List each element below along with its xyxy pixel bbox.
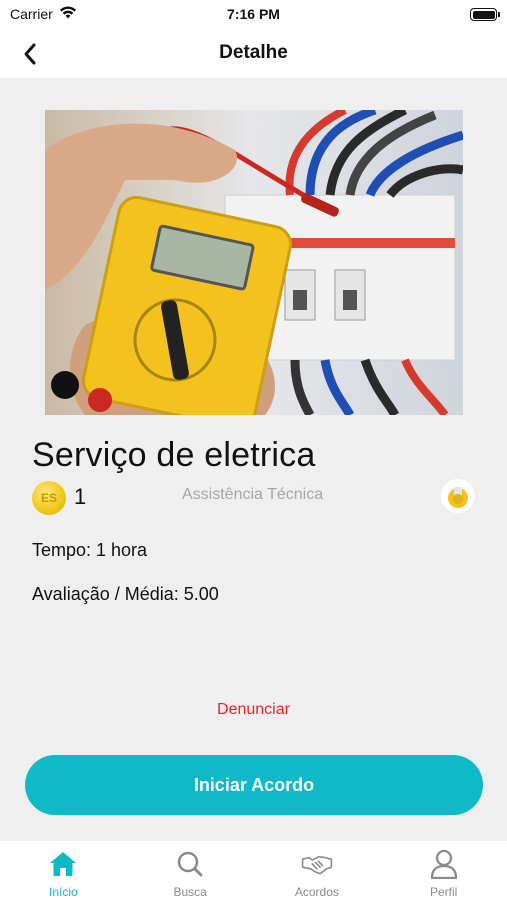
duration-text: Tempo: 1 hora <box>32 540 148 560</box>
navigation-bar: Detalhe <box>0 30 507 78</box>
tab-inicio[interactable]: Início <box>0 841 127 900</box>
clock: 7:16 PM <box>227 6 280 22</box>
service-image <box>45 110 463 415</box>
category-label: Assistência Técnica <box>182 486 324 503</box>
battery-icon <box>470 8 500 21</box>
handshake-icon <box>301 848 333 880</box>
coin-icon: ES <box>32 481 66 515</box>
page-title: Detalhe <box>219 42 288 63</box>
tab-perfil[interactable]: Perfil <box>380 841 507 900</box>
home-icon <box>47 848 79 880</box>
coin-label: ES <box>40 491 57 505</box>
status-bar: Carrier 7:16 PM <box>0 0 507 30</box>
tab-label: Perfil <box>429 885 458 899</box>
rating-text: Avaliação / Média: 5.00 <box>32 584 219 604</box>
service-title: Serviço de eletrica <box>32 436 316 474</box>
start-agreement-button[interactable]: Iniciar Acordo <box>25 755 483 815</box>
user-icon <box>428 848 460 880</box>
search-icon <box>174 848 206 880</box>
tab-label: Busca <box>173 885 207 899</box>
report-link[interactable]: Denunciar <box>0 701 507 719</box>
tab-busca[interactable]: Busca <box>127 841 254 900</box>
tab-acordos[interactable]: Acordos <box>254 841 381 900</box>
tab-label: Acordos <box>294 885 339 899</box>
tab-label: Início <box>49 885 78 899</box>
coin-value: 1 <box>74 484 87 509</box>
tab-bar: Início Busca Acordos Perfil <box>0 841 507 900</box>
provider-avatar[interactable] <box>441 479 475 513</box>
